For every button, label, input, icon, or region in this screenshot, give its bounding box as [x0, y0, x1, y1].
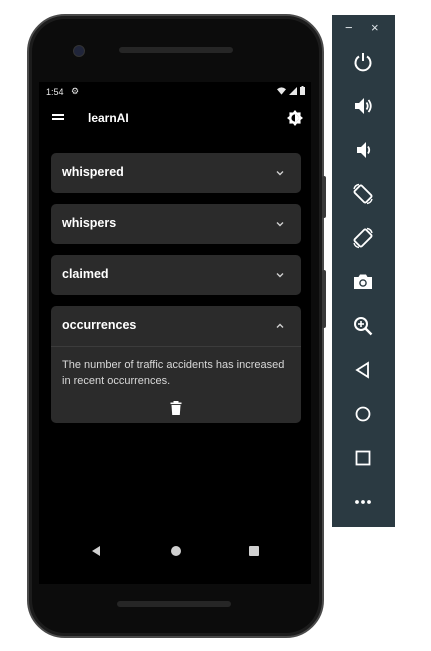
zoom-icon[interactable] — [351, 314, 375, 338]
chevron-down-icon — [276, 171, 284, 176]
card-header-claimed[interactable]: claimed — [51, 255, 301, 295]
emulator-window: 1:54 ⚙ learnAI whispered whispers claime… — [0, 0, 431, 651]
app-bar: learnAI — [39, 102, 311, 136]
phone-power-key[interactable] — [322, 176, 326, 218]
minimize-button[interactable]: − — [345, 20, 353, 35]
word-card-expanded: occurrences The number of traffic accide… — [51, 306, 301, 423]
card-header-whispered[interactable]: whispered — [51, 153, 301, 193]
word-list: whispered whispers claimed occurrences T… — [51, 153, 301, 434]
battery-icon — [300, 86, 305, 95]
card-title: whispered — [62, 165, 124, 179]
chevron-down-icon — [276, 222, 284, 227]
emulator-toolbar: − × — [332, 15, 395, 527]
word-card: whispered — [51, 153, 301, 193]
card-title: occurrences — [62, 318, 137, 332]
card-title: claimed — [62, 267, 109, 281]
rotate-left-icon[interactable] — [351, 182, 375, 206]
app-title: learnAI — [88, 111, 129, 125]
gear-icon: ⚙ — [71, 86, 80, 96]
recents-square-icon[interactable] — [249, 546, 259, 556]
card-body: The number of traffic accidents has incr… — [51, 346, 301, 423]
menu-icon[interactable] — [52, 114, 64, 122]
card-header-occurrences[interactable]: occurrences — [51, 306, 301, 346]
more-icon[interactable] — [351, 490, 375, 514]
top-speaker — [119, 47, 233, 53]
toolbar-window-controls: − × — [332, 15, 395, 43]
phone-volume-key[interactable] — [322, 270, 326, 328]
camera-icon[interactable] — [351, 270, 375, 294]
home-icon[interactable] — [351, 402, 375, 426]
power-icon[interactable] — [351, 50, 375, 74]
brightness-icon[interactable] — [287, 110, 303, 126]
example-sentence: The number of traffic accidents has incr… — [62, 359, 285, 387]
wifi-icon — [277, 86, 286, 95]
phone-screen: 1:54 ⚙ learnAI whispered whispers claime… — [39, 82, 311, 584]
overview-icon[interactable] — [351, 446, 375, 470]
signal-icon — [289, 86, 297, 95]
system-nav-bar — [39, 537, 311, 565]
word-card: claimed — [51, 255, 301, 295]
close-button[interactable]: × — [371, 20, 379, 35]
home-circle-icon[interactable] — [171, 546, 181, 556]
card-title: whispers — [62, 216, 117, 230]
status-bar: 1:54 ⚙ — [39, 82, 311, 102]
back-triangle-icon[interactable] — [91, 546, 101, 556]
status-time: 1:54 — [46, 87, 64, 97]
bottom-speaker — [117, 601, 231, 607]
volume-up-icon[interactable] — [351, 94, 375, 118]
status-icons — [277, 86, 305, 95]
front-camera — [73, 45, 85, 57]
trash-icon[interactable] — [170, 401, 182, 415]
chevron-up-icon — [276, 323, 284, 328]
chevron-down-icon — [276, 273, 284, 278]
back-icon[interactable] — [351, 358, 375, 382]
word-card: whispers — [51, 204, 301, 244]
card-header-whispers[interactable]: whispers — [51, 204, 301, 244]
rotate-right-icon[interactable] — [351, 226, 375, 250]
volume-down-icon[interactable] — [351, 138, 375, 162]
